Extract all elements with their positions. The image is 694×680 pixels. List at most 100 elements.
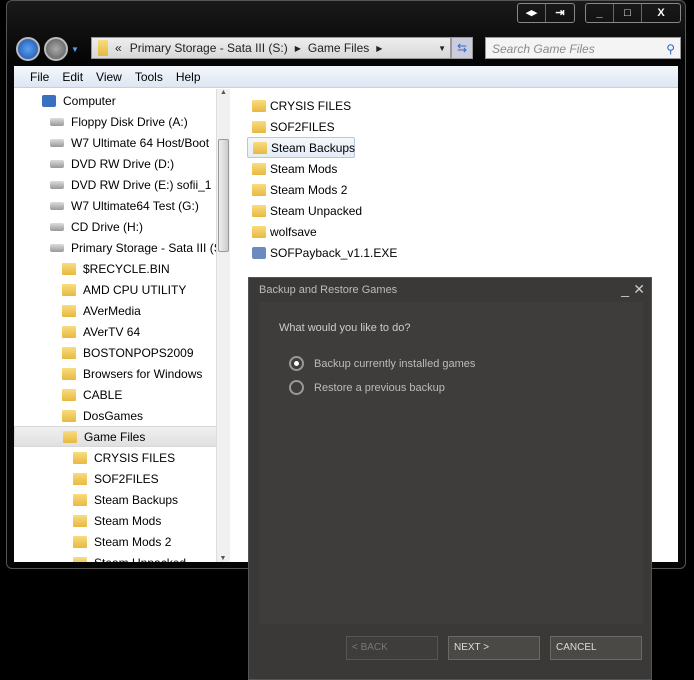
file-item[interactable]: SOF2FILES [247,116,387,137]
tree-item-label: CD Drive (H:) [71,219,143,234]
option-backup[interactable]: Backup currently installed games [289,356,475,371]
back-button[interactable] [16,37,40,61]
address-bar[interactable]: « Primary Storage - Sata III (S:) ▶ Game… [91,37,451,59]
tree-item-label: DVD RW Drive (E:) sofii_1 [71,177,212,192]
scroll-up-icon[interactable]: ▲ [217,89,230,96]
scroll-thumb[interactable] [218,139,229,252]
folder-icon [73,472,87,485]
exit-button[interactable]: ⇥ [546,4,574,22]
navigation-scrollbar[interactable]: ▲ ▼ [216,89,230,562]
chevron-right-icon[interactable]: ▶ [376,44,382,53]
menu-edit[interactable]: Edit [62,70,83,84]
tree-item[interactable]: CABLE [14,384,230,405]
radio-selected[interactable] [289,356,304,371]
backup-restore-dialog: Backup and Restore Games _ ✕ What would … [248,277,652,680]
minimize-icon[interactable]: _ [621,281,629,297]
folder-icon [253,141,267,154]
menu-bar: File Edit View Tools Help [14,66,678,88]
file-item-label: SOF2FILES [270,119,335,134]
tree-item[interactable]: W7 Ultimate64 Test (G:) [14,195,230,216]
tree-item-label: AVerTV 64 [83,324,141,339]
tree-item[interactable]: DosGames [14,405,230,426]
close-button[interactable]: X [642,4,680,22]
file-item-label: Steam Mods 2 [270,182,348,197]
overflow-chevron[interactable]: « [115,41,122,55]
folder-icon [63,430,77,443]
chevron-right-icon[interactable]: ▶ [295,44,301,53]
menu-view[interactable]: View [96,70,122,84]
tree-item[interactable]: BOSTONPOPS2009 [14,342,230,363]
close-icon[interactable]: ✕ [633,281,645,298]
tree-item[interactable]: DVD RW Drive (E:) sofii_1 [14,174,230,195]
folder-icon [62,283,76,296]
tree-item[interactable]: SOF2FILES [14,468,230,489]
tree-item[interactable]: Game Files [14,426,230,447]
search-input[interactable]: Search Game Files ⚲ [485,37,681,59]
tree-item[interactable]: Computer [14,90,230,111]
chevron-down-icon[interactable]: ▼ [438,44,446,53]
option-label: Backup currently installed games [314,357,476,370]
tree-item[interactable]: AVerTV 64 [14,321,230,342]
tree-item[interactable]: AVerMedia [14,300,230,321]
tree-item[interactable]: AMD CPU UTILITY [14,279,230,300]
dvd-icon [50,180,64,189]
file-item[interactable]: wolfsave [247,221,387,242]
file-item[interactable]: Steam Backups [247,137,355,158]
minimize-button[interactable]: _ [586,4,614,22]
file-item[interactable]: Steam Unpacked [247,200,387,221]
option-restore[interactable]: Restore a previous backup [289,380,445,395]
file-item-label: Steam Backups [271,140,356,155]
refresh-icon[interactable]: ⇆ [451,37,473,59]
tree-item[interactable]: W7 Ultimate 64 Host/Boot [14,132,230,153]
recent-pages-dropdown-icon[interactable]: ▼ [71,45,79,54]
back-button[interactable]: < BACK [346,636,438,660]
maximize-button[interactable]: □ [614,4,642,22]
tree-item[interactable]: CRYSIS FILES [14,447,230,468]
tree-item[interactable]: Primary Storage - Sata III (S:) [14,237,230,258]
tree-item[interactable]: Steam Unpacked [14,552,230,562]
file-item[interactable]: Steam Mods [247,158,387,179]
cancel-button[interactable]: CANCEL [550,636,642,660]
folder-icon [62,409,76,422]
folder-icon [252,204,266,217]
tree-item-label: Steam Unpacked [94,556,186,563]
folder-icon [62,367,76,380]
tree-item[interactable]: Floppy Disk Drive (A:) [14,111,230,132]
file-item[interactable]: CRYSIS FILES [247,95,387,116]
drive-icon [50,201,64,210]
resize-button[interactable]: ◂▸ [518,4,546,22]
tree-item[interactable]: $RECYCLE.BIN [14,258,230,279]
file-item[interactable]: Steam Mods 2 [247,179,387,200]
tree-item[interactable]: Browsers for Windows [14,363,230,384]
forward-button[interactable] [44,37,68,61]
exe-icon [252,246,266,259]
tree-item[interactable]: Steam Backups [14,489,230,510]
dvd-icon [50,159,64,168]
tree-item-label: Steam Mods [94,513,162,528]
search-icon[interactable]: ⚲ [666,42,675,56]
folder-icon [62,304,76,317]
drive-icon [50,243,64,252]
tree-item-label: CABLE [83,387,123,402]
menu-help[interactable]: Help [176,70,201,84]
tree-item[interactable]: DVD RW Drive (D:) [14,153,230,174]
tree-item[interactable]: Steam Mods 2 [14,531,230,552]
floppy-icon [50,117,64,126]
breadcrumb-segment[interactable]: Primary Storage - Sata III (S:) [130,41,288,55]
tree-item-label: Browsers for Windows [83,366,203,381]
breadcrumb-segment[interactable]: Game Files [308,41,369,55]
folder-icon [252,99,266,112]
menu-tools[interactable]: Tools [135,70,163,84]
menu-file[interactable]: File [30,70,49,84]
tree-item-label: CRYSIS FILES [94,450,176,465]
radio-unselected[interactable] [289,380,304,395]
tree-item[interactable]: CD Drive (H:) [14,216,230,237]
file-item-label: CRYSIS FILES [270,98,352,113]
scroll-down-icon[interactable]: ▼ [217,555,229,562]
dialog-panel: What would you like to do? Backup curren… [259,302,643,624]
file-item[interactable]: SOFPayback_v1.1.EXE [247,242,397,263]
next-button[interactable]: NEXT > [448,636,540,660]
tree-item-label: W7 Ultimate 64 Host/Boot [71,135,210,150]
file-item-label: Steam Mods [270,161,338,176]
tree-item[interactable]: Steam Mods [14,510,230,531]
